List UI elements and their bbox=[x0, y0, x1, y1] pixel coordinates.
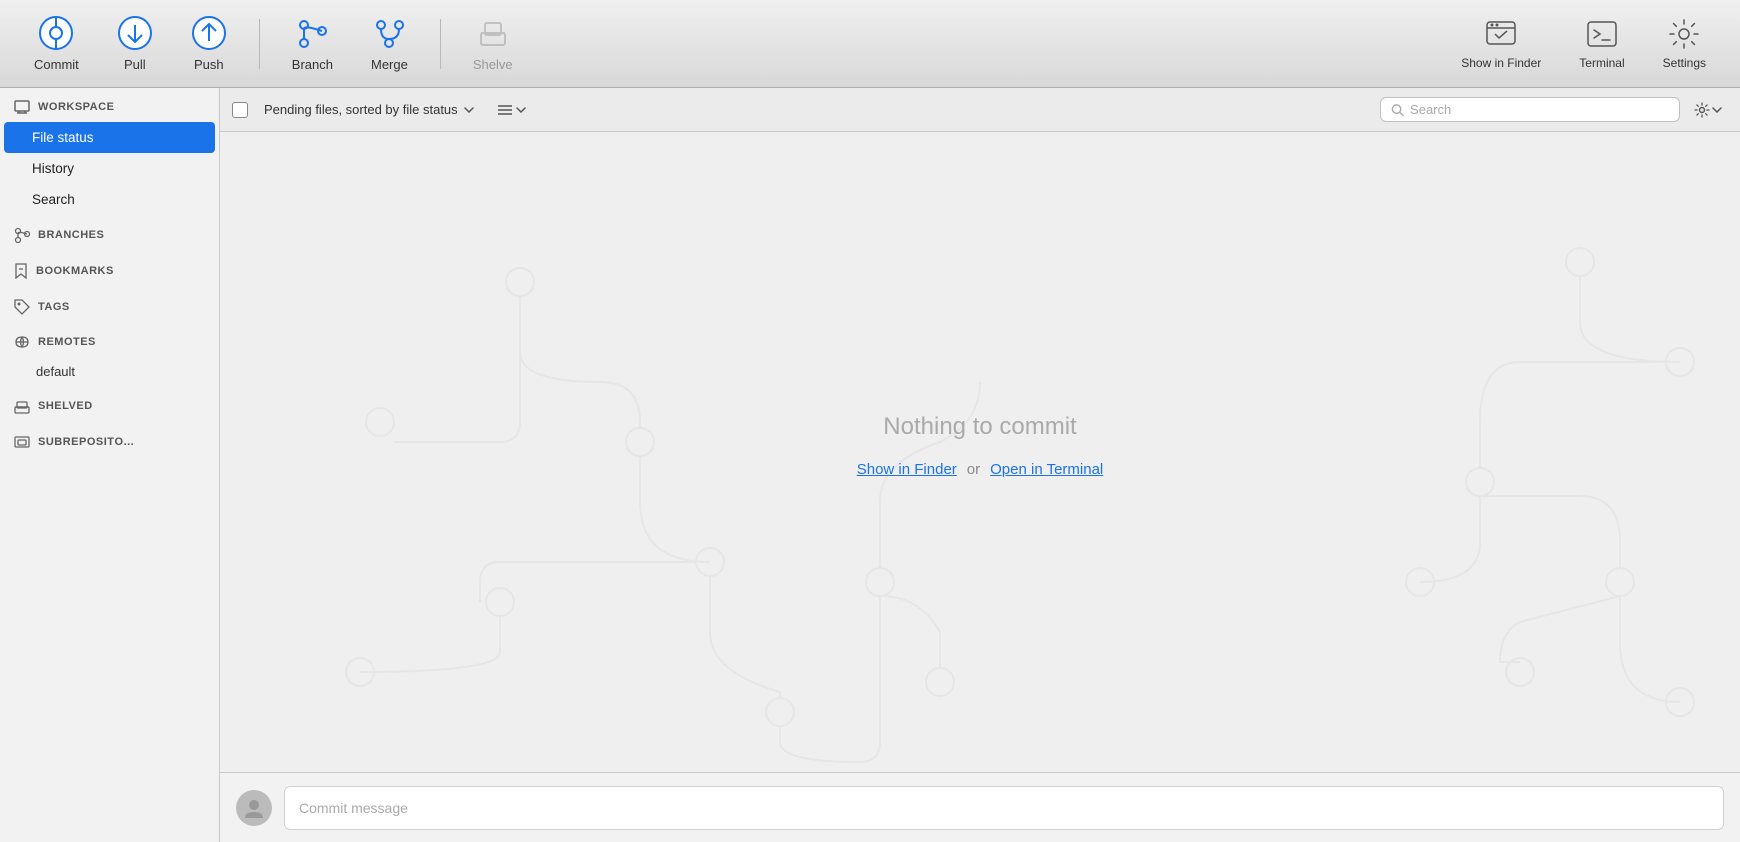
sidebar: WORKSPACE File status History Search bbox=[0, 88, 220, 842]
shelved-header[interactable]: SHELVED bbox=[0, 386, 219, 422]
toolbar-separator-2 bbox=[440, 19, 441, 69]
branches-icon bbox=[14, 227, 30, 243]
content-main: Nothing to commit Show in Finder or Open… bbox=[220, 132, 1740, 772]
search-box bbox=[1380, 97, 1680, 122]
bookmarks-section: BOOKMARKS bbox=[0, 251, 219, 287]
commit-icon bbox=[38, 15, 74, 51]
file-status-label: File status bbox=[32, 130, 94, 145]
remotes-section: REMOTES default bbox=[0, 323, 219, 386]
filter-chevron-icon bbox=[464, 107, 474, 113]
content-settings-button[interactable] bbox=[1688, 98, 1728, 122]
history-label: History bbox=[32, 161, 74, 176]
sidebar-item-history[interactable]: History bbox=[4, 153, 215, 184]
workspace-header[interactable]: WORKSPACE bbox=[0, 88, 219, 122]
pull-icon bbox=[117, 15, 153, 51]
sidebar-item-search[interactable]: Search bbox=[4, 184, 215, 215]
or-separator: or bbox=[967, 461, 980, 478]
tags-icon bbox=[14, 299, 30, 315]
tags-section: TAGS bbox=[0, 287, 219, 323]
branch-button[interactable]: Branch bbox=[278, 7, 347, 80]
main-layout: WORKSPACE File status History Search bbox=[0, 88, 1740, 842]
terminal-button[interactable]: Terminal bbox=[1565, 10, 1638, 78]
avatar-icon bbox=[242, 796, 266, 820]
push-label: Push bbox=[194, 57, 224, 72]
push-icon bbox=[191, 15, 227, 51]
subrepositories-section: SUBREPOSITО... bbox=[0, 422, 219, 458]
settings-icon bbox=[1668, 18, 1700, 50]
search-input[interactable] bbox=[1410, 102, 1669, 117]
subrepositories-header[interactable]: SUBREPOSITО... bbox=[0, 422, 219, 458]
list-chevron-icon bbox=[516, 107, 526, 113]
list-view-button[interactable] bbox=[490, 98, 532, 122]
sidebar-item-default-remote[interactable]: default bbox=[0, 357, 219, 386]
content-toolbar: Pending files, sorted by file status bbox=[220, 88, 1740, 132]
tags-header[interactable]: TAGS bbox=[0, 287, 219, 323]
commit-message-input[interactable] bbox=[284, 786, 1724, 830]
settings-button[interactable]: Settings bbox=[1649, 10, 1720, 78]
toolbar-right: Show in Finder Terminal Settings bbox=[1447, 10, 1720, 78]
shelved-section: SHELVED bbox=[0, 386, 219, 422]
subrepositories-icon bbox=[14, 434, 30, 450]
action-links: Show in Finder or Open in Terminal bbox=[857, 461, 1104, 478]
show-in-finder-label: Show in Finder bbox=[1461, 56, 1541, 70]
branch-label: Branch bbox=[292, 57, 333, 72]
show-in-finder-button[interactable]: Show in Finder bbox=[1447, 10, 1555, 78]
monitor-icon bbox=[14, 100, 30, 114]
search-icon bbox=[1391, 103, 1404, 117]
commit-label: Commit bbox=[34, 57, 79, 72]
pull-label: Pull bbox=[124, 57, 146, 72]
open-in-terminal-link[interactable]: Open in Terminal bbox=[990, 461, 1103, 478]
toolbar: Commit Pull Push bbox=[0, 0, 1740, 88]
branches-label: BRANCHES bbox=[38, 229, 104, 241]
shelve-label: Shelve bbox=[473, 57, 513, 72]
bookmarks-icon bbox=[14, 263, 28, 279]
shelved-label: SHELVED bbox=[38, 400, 93, 412]
sidebar-item-file-status[interactable]: File status bbox=[4, 122, 215, 153]
terminal-icon bbox=[1586, 18, 1618, 50]
subrepositories-label: SUBREPOSITО... bbox=[38, 436, 134, 448]
shelved-icon bbox=[14, 398, 30, 414]
settings-label: Settings bbox=[1663, 56, 1706, 70]
merge-icon bbox=[371, 15, 407, 51]
empty-message: Nothing to commit bbox=[883, 413, 1076, 441]
remotes-label: REMOTES bbox=[38, 336, 96, 348]
search-label: Search bbox=[32, 192, 75, 207]
remotes-icon bbox=[14, 335, 30, 349]
branch-icon bbox=[294, 15, 330, 51]
merge-button[interactable]: Merge bbox=[357, 7, 422, 80]
terminal-label: Terminal bbox=[1579, 56, 1624, 70]
bookmarks-label: BOOKMARKS bbox=[36, 265, 114, 277]
merge-label: Merge bbox=[371, 57, 408, 72]
remotes-header[interactable]: REMOTES bbox=[0, 323, 219, 357]
branches-header[interactable]: BRANCHES bbox=[0, 215, 219, 251]
list-icon bbox=[496, 102, 514, 118]
shelve-icon bbox=[475, 15, 511, 51]
settings-chevron-icon bbox=[1712, 107, 1722, 113]
push-button[interactable]: Push bbox=[177, 7, 241, 80]
content-area: Pending files, sorted by file status bbox=[220, 88, 1740, 842]
toolbar-separator-1 bbox=[259, 19, 260, 69]
select-all-checkbox[interactable] bbox=[232, 102, 248, 118]
commit-button[interactable]: Commit bbox=[20, 7, 93, 80]
finder-icon bbox=[1485, 18, 1517, 50]
tags-label: TAGS bbox=[38, 301, 70, 313]
center-message: Nothing to commit Show in Finder or Open… bbox=[857, 413, 1104, 478]
default-remote-label: default bbox=[36, 364, 75, 379]
shelve-button[interactable]: Shelve bbox=[459, 7, 527, 80]
branches-section: BRANCHES bbox=[0, 215, 219, 251]
workspace-label: WORKSPACE bbox=[38, 101, 114, 113]
pull-button[interactable]: Pull bbox=[103, 7, 167, 80]
avatar bbox=[236, 790, 272, 826]
show-in-finder-link[interactable]: Show in Finder bbox=[857, 461, 957, 478]
bookmarks-header[interactable]: BOOKMARKS bbox=[0, 251, 219, 287]
workspace-section: WORKSPACE File status History Search bbox=[0, 88, 219, 215]
filter-label: Pending files, sorted by file status bbox=[264, 102, 458, 117]
content-gear-icon bbox=[1694, 102, 1710, 118]
commit-bar bbox=[220, 772, 1740, 842]
filter-button[interactable]: Pending files, sorted by file status bbox=[256, 98, 482, 121]
